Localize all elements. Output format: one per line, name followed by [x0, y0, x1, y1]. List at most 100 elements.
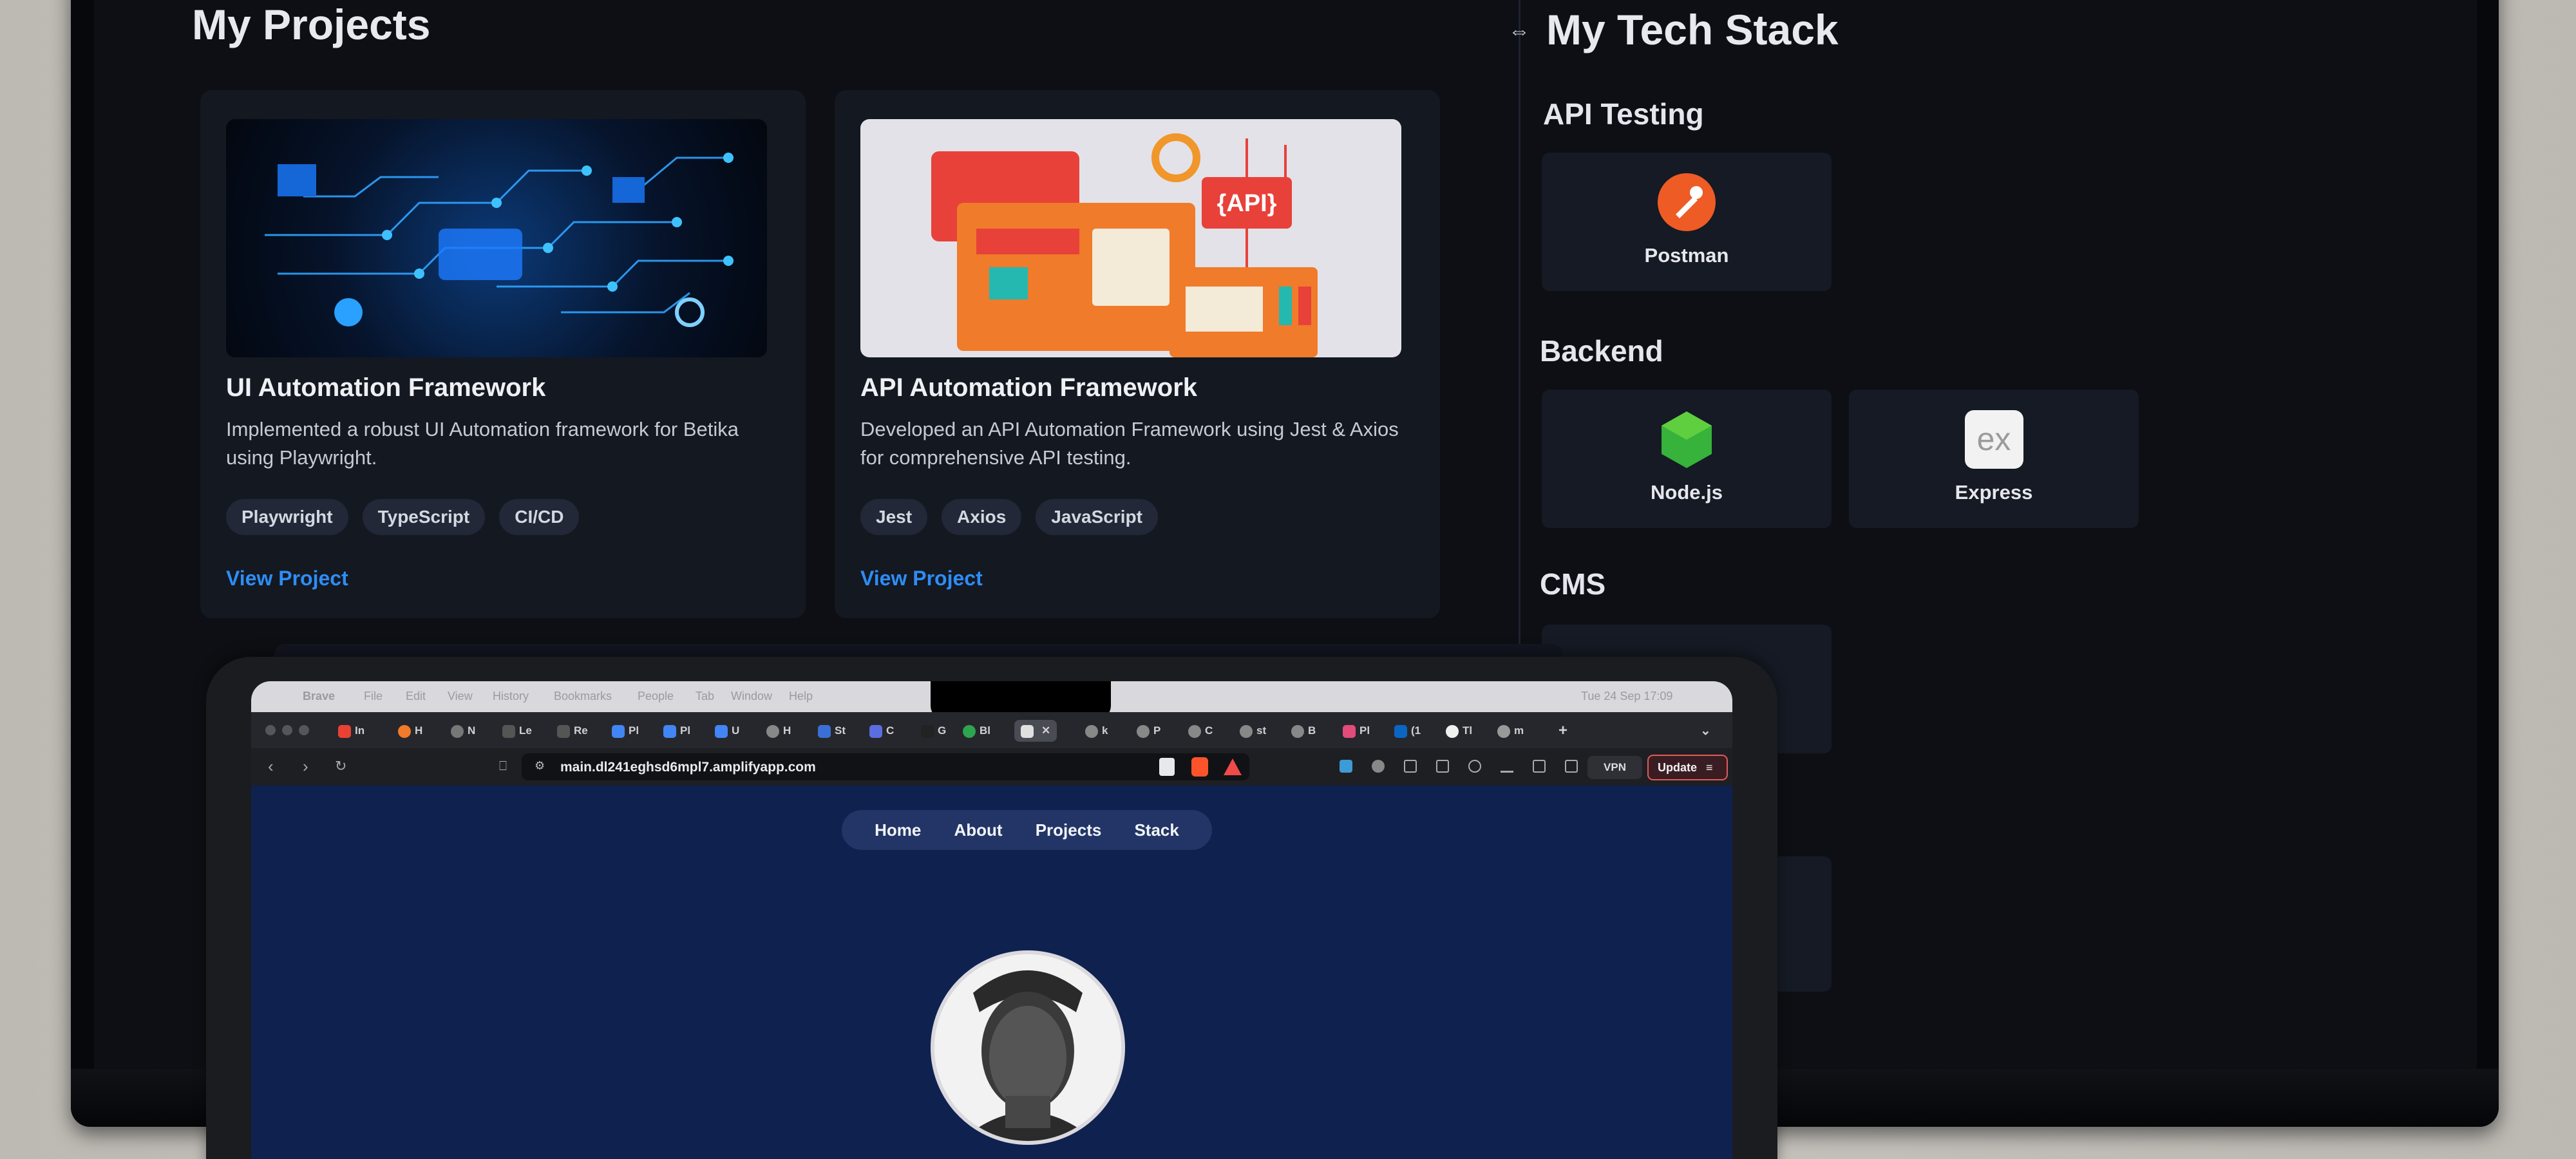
- menu-history[interactable]: History: [493, 690, 529, 703]
- tab[interactable]: m: [1497, 720, 1524, 742]
- site-icon: [1343, 724, 1356, 738]
- project-title: API Automation Framework: [860, 373, 1198, 402]
- browser-tab-bar: In H N Le Re Pl Pl U H St C G Bl ✕ k P C…: [251, 712, 1732, 748]
- menu-window[interactable]: Window: [731, 690, 772, 703]
- site-icon: [921, 724, 934, 738]
- stack-heading-backend: Backend: [1540, 334, 1663, 368]
- forward-arrow-icon[interactable]: ›: [303, 757, 308, 775]
- tab-github[interactable]: Tl: [1446, 720, 1472, 742]
- update-button[interactable]: Update ≡: [1647, 755, 1728, 780]
- tab[interactable]: Re: [557, 720, 588, 742]
- puzzle-icon[interactable]: [1436, 760, 1449, 773]
- tab[interactable]: Pl: [1343, 720, 1370, 742]
- stack-card-express: ex Express: [1849, 390, 2139, 528]
- download-icon[interactable]: [1501, 760, 1513, 773]
- minimize-window-button[interactable]: [282, 725, 292, 735]
- tab-linkedin[interactable]: (1: [1394, 720, 1421, 742]
- view-project-link[interactable]: View Project: [860, 567, 983, 590]
- site-icon: [766, 724, 779, 738]
- menu-app-name[interactable]: Brave: [303, 690, 335, 703]
- toolbar-extension-icons: [1340, 760, 1578, 773]
- extension-icon[interactable]: [1372, 760, 1385, 773]
- tab-list-chevron-icon[interactable]: ⌄: [1700, 720, 1711, 742]
- menu-tab[interactable]: Tab: [696, 690, 714, 703]
- close-window-button[interactable]: [265, 725, 276, 735]
- brave-shields-icon[interactable]: [1191, 757, 1208, 777]
- nodejs-icon: [1662, 411, 1712, 468]
- site-icon: [1497, 724, 1510, 738]
- gmail-icon: [338, 724, 351, 738]
- bookmark-icon[interactable]: ⎕: [499, 757, 507, 775]
- share-icon[interactable]: [1159, 758, 1175, 776]
- nav-about[interactable]: About: [954, 820, 1003, 840]
- music-icon[interactable]: [1468, 760, 1481, 773]
- wallet-icon[interactable]: [1565, 760, 1578, 773]
- site-icon: [818, 724, 831, 738]
- reload-icon[interactable]: ↻: [335, 757, 346, 775]
- url-text: main.dl241eghsd6mpl7.amplifyapp.com: [560, 760, 816, 775]
- menu-bookmarks[interactable]: Bookmarks: [554, 690, 612, 703]
- tab[interactable]: C: [869, 720, 894, 742]
- browser-toolbar: ‹ › ↻ ⎕ ⚙ main.dl241eghsd6mpl7.amplifyap…: [251, 748, 1732, 786]
- tab[interactable]: Le: [502, 720, 532, 742]
- tag-javascript: JavaScript: [1036, 499, 1158, 535]
- stack-item-name: Postman: [1644, 244, 1729, 267]
- nav-stack[interactable]: Stack: [1134, 820, 1179, 840]
- tab[interactable]: Bl: [963, 720, 990, 742]
- tag-typescript: TypeScript: [362, 499, 486, 535]
- site-icon: [451, 724, 464, 738]
- address-bar[interactable]: ⚙ main.dl241eghsd6mpl7.amplifyapp.com: [522, 753, 1249, 780]
- docs-icon: [715, 724, 728, 738]
- nav-home[interactable]: Home: [875, 820, 921, 840]
- menu-view[interactable]: View: [448, 690, 473, 703]
- project-description: Implemented a robust UI Automation frame…: [226, 418, 739, 469]
- tab[interactable]: H: [766, 720, 791, 742]
- new-tab-button[interactable]: +: [1558, 720, 1567, 742]
- nav-projects[interactable]: Projects: [1036, 820, 1102, 840]
- sidebar-icon[interactable]: [1533, 760, 1546, 773]
- tab[interactable]: P: [1137, 720, 1160, 742]
- menu-people[interactable]: People: [638, 690, 674, 703]
- github-icon: [1446, 724, 1459, 738]
- svg-text:ex: ex: [1977, 421, 2011, 457]
- zoom-window-button[interactable]: [299, 725, 309, 735]
- extension-icon[interactable]: [1340, 760, 1352, 773]
- site-navigation: Home About Projects Stack: [842, 810, 1212, 850]
- tab[interactable]: k: [1085, 720, 1108, 742]
- stack-card-nodejs: Node.js: [1542, 390, 1832, 528]
- resize-handle-icon[interactable]: ⇔: [1508, 19, 1531, 42]
- shield-icon: [869, 724, 882, 738]
- tab-docs[interactable]: Pl: [663, 720, 690, 742]
- site-icon: [1021, 724, 1034, 738]
- tab-docs[interactable]: Pl: [612, 720, 639, 742]
- view-project-link[interactable]: View Project: [226, 567, 348, 590]
- tab[interactable]: C: [1188, 720, 1213, 742]
- site-settings-icon[interactable]: ⚙: [535, 759, 545, 773]
- tab-docs[interactable]: U: [715, 720, 739, 742]
- tab[interactable]: G: [921, 720, 946, 742]
- menu-file[interactable]: File: [364, 690, 383, 703]
- back-arrow-icon[interactable]: ‹: [268, 757, 274, 775]
- brave-rewards-icon[interactable]: [1224, 759, 1242, 775]
- project-tags: Playwright TypeScript CI/CD: [226, 499, 580, 535]
- project-card-api-automation: {API} API Automation Framework Developed…: [835, 90, 1440, 618]
- tab[interactable]: St: [818, 720, 846, 742]
- stack-item-name: Node.js: [1651, 481, 1723, 504]
- vpn-button[interactable]: VPN: [1587, 756, 1642, 779]
- close-tab-icon[interactable]: ✕: [1041, 724, 1050, 737]
- site-icon: [502, 724, 515, 738]
- project-description: Developed an API Automation Framework us…: [860, 418, 1399, 469]
- menu-help[interactable]: Help: [789, 690, 813, 703]
- tab-gmail[interactable]: In: [338, 720, 365, 742]
- menu-edit[interactable]: Edit: [406, 690, 426, 703]
- tab[interactable]: B: [1291, 720, 1316, 742]
- tab[interactable]: N: [451, 720, 475, 742]
- site-icon: [557, 724, 570, 738]
- tag-cicd: CI/CD: [499, 499, 580, 535]
- tab[interactable]: H: [398, 720, 422, 742]
- extension-icon[interactable]: [1404, 760, 1417, 773]
- tab-active[interactable]: ✕: [1014, 720, 1057, 742]
- tab[interactable]: st: [1240, 720, 1266, 742]
- circuit-illustration: [265, 153, 734, 327]
- stack-heading-cms: CMS: [1540, 567, 1606, 601]
